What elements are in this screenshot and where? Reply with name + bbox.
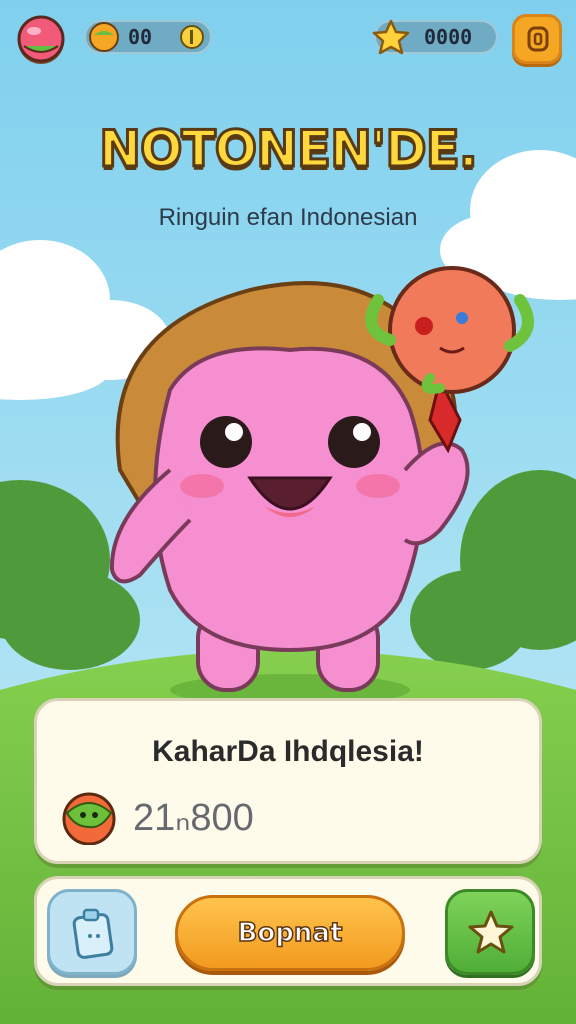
action-bar: Bopnat xyxy=(34,876,542,986)
star-icon xyxy=(466,908,516,958)
primary-action-label: Bopnat xyxy=(237,917,343,949)
card-heading: KaharDa Ihdqlesia! xyxy=(152,735,424,768)
veggie-balloon-icon[interactable] xyxy=(0,0,576,1024)
info-card: KaharDa Ihdqlesia! 21ₙ800 xyxy=(34,698,542,864)
green-fruit-icon xyxy=(61,789,117,846)
currency-amount: 21ₙ800 xyxy=(133,797,254,839)
favorite-button[interactable] xyxy=(445,889,535,975)
inventory-button[interactable] xyxy=(47,889,137,975)
primary-action-button[interactable]: Bopnat xyxy=(175,895,405,971)
inventory-icon xyxy=(70,906,116,960)
